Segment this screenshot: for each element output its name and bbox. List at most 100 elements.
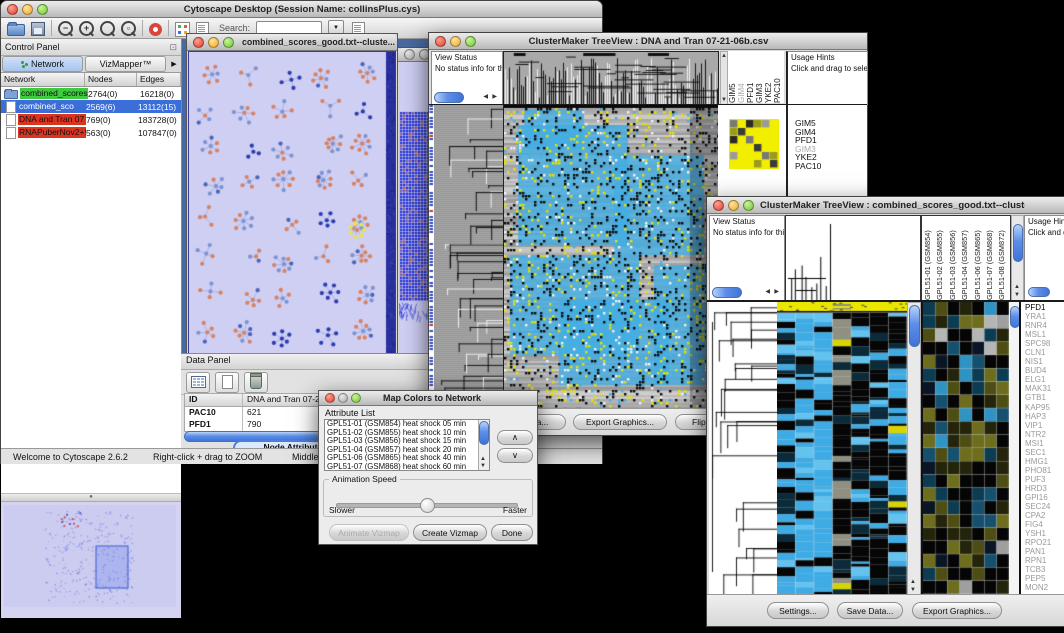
gene-label[interactable]: GIM3: [795, 145, 867, 154]
export-graphics-button[interactable]: Export Graphics...: [912, 602, 1002, 619]
animation-speed-slider[interactable]: [336, 503, 518, 508]
gene-label[interactable]: RPN1: [1025, 556, 1064, 565]
tv1-heatmap[interactable]: [503, 105, 718, 409]
close-button[interactable]: [713, 200, 724, 211]
gene-label[interactable]: MON2: [1025, 583, 1064, 592]
network-row[interactable]: combined_sco2569(6)13112(15): [1, 100, 181, 113]
network-row[interactable]: combined_scores2764(0)16218(0): [1, 87, 181, 100]
gene-label[interactable]: GTB1: [1025, 393, 1064, 402]
gene-label[interactable]: PFD1: [1025, 303, 1064, 312]
birdseye-canvas[interactable]: [4, 505, 176, 607]
gene-label[interactable]: PAC10: [795, 162, 867, 171]
gene-label[interactable]: SEC1: [1025, 448, 1064, 457]
zoom-button[interactable]: [351, 393, 361, 403]
zoom-out-icon[interactable]: −: [58, 21, 73, 36]
birdseye-view[interactable]: [1, 502, 181, 618]
gene-label[interactable]: CLN1: [1025, 348, 1064, 357]
gene-label[interactable]: GPI16: [1025, 493, 1064, 502]
close-button[interactable]: [193, 37, 204, 48]
minimize-button[interactable]: [22, 4, 33, 15]
gene-label[interactable]: TCB3: [1025, 565, 1064, 574]
gene-label[interactable]: PEP5: [1025, 574, 1064, 583]
gene-label[interactable]: GIM5: [795, 119, 867, 128]
gene-label[interactable]: MSL1: [1025, 330, 1064, 339]
gene-label[interactable]: FIG4: [1025, 520, 1064, 529]
main-titlebar[interactable]: Cytoscape Desktop (Session Name: collins…: [1, 1, 602, 18]
gene-label[interactable]: YRA1: [1025, 312, 1064, 321]
gene-label[interactable]: PFD1: [795, 136, 867, 145]
gene-label[interactable]: HAP3: [1025, 412, 1064, 421]
select-attributes-button[interactable]: [186, 372, 210, 393]
settings-button[interactable]: Settings...: [767, 602, 829, 619]
gene-label[interactable]: BUD4: [1025, 366, 1064, 375]
tab-network[interactable]: Network: [2, 56, 83, 72]
gene-label[interactable]: MSI1: [1025, 439, 1064, 448]
save-session-icon[interactable]: [31, 22, 45, 36]
gene-label[interactable]: KAP95: [1025, 403, 1064, 412]
tv2-top-vscrollbar[interactable]: ▲ ▼: [1011, 215, 1024, 301]
network-canvas[interactable]: [189, 52, 395, 362]
gene-label[interactable]: ELG1: [1025, 375, 1064, 384]
minimize-button[interactable]: [338, 393, 348, 403]
network-view-titlebar[interactable]: combined_scores_good.txt--cluste...: [187, 34, 397, 51]
export-graphics-button[interactable]: Export Graphics...: [573, 414, 667, 430]
tv1-row-dendrogram[interactable]: [434, 105, 503, 409]
done-button[interactable]: Done: [491, 524, 533, 541]
save-data-button[interactable]: Save Data...: [837, 602, 903, 619]
gene-label[interactable]: YKE2: [795, 153, 867, 162]
close-button[interactable]: [7, 4, 18, 15]
close-button[interactable]: [325, 393, 335, 403]
tv2-row-dendrogram[interactable]: [709, 302, 777, 594]
help-icon[interactable]: [149, 23, 162, 36]
gene-label[interactable]: PHO81: [1025, 466, 1064, 475]
gene-label[interactable]: MAK31: [1025, 384, 1064, 393]
gene-label[interactable]: PUF3: [1025, 475, 1064, 484]
tv2-column-dendrogram[interactable]: [785, 215, 921, 301]
dialog-titlebar[interactable]: Map Colors to Network: [319, 391, 537, 406]
gene-label[interactable]: RPO21: [1025, 538, 1064, 547]
attribute-item[interactable]: GPL51-07 (GSM868) heat shock 60 min: [327, 463, 489, 471]
tab-vizmapper[interactable]: VizMapper™: [85, 56, 166, 72]
tv1-titlebar[interactable]: ClusterMaker TreeView : DNA and Tran 07-…: [429, 33, 867, 50]
tv2-heatmap-vscrollbar[interactable]: ▲ ▼: [907, 302, 921, 596]
close-button[interactable]: [435, 36, 446, 47]
tv1-mini-scroll[interactable]: ▲▼: [720, 51, 728, 105]
tv2-zoom-heatmap[interactable]: [921, 302, 1009, 594]
float-panel-icon[interactable]: ⊡: [169, 42, 177, 53]
tv2-heatmap[interactable]: [777, 302, 907, 594]
gene-label[interactable]: RNR4: [1025, 321, 1064, 330]
close-button[interactable]: [404, 49, 415, 60]
network-row[interactable]: DNA and Tran 07769(0)183728(0): [1, 113, 181, 126]
zoom-button[interactable]: [37, 4, 48, 15]
gene-label[interactable]: SPC98: [1025, 339, 1064, 348]
attribute-list-scrollbar[interactable]: ▲ ▼: [478, 420, 489, 470]
view-status-scrollbar[interactable]: ◀ ▶: [712, 287, 780, 297]
gene-label[interactable]: SEC24: [1025, 502, 1064, 511]
gene-label[interactable]: NTR2: [1025, 430, 1064, 439]
panel-split-handle[interactable]: ●: [1, 494, 181, 502]
new-attribute-button[interactable]: [215, 372, 239, 393]
view-status-scrollbar[interactable]: ◀ ▶: [434, 92, 498, 102]
zoom-in-icon[interactable]: +: [79, 21, 94, 36]
tv2-titlebar[interactable]: ClusterMaker TreeView : combined_scores_…: [707, 197, 1064, 214]
gene-label[interactable]: PAN1: [1025, 547, 1064, 556]
slider-thumb[interactable]: [420, 498, 435, 513]
zoom-button[interactable]: [743, 200, 754, 211]
gene-label[interactable]: GIM4: [795, 128, 867, 137]
create-vizmap-button[interactable]: Create Vizmap: [413, 524, 487, 541]
open-session-icon[interactable]: [7, 24, 25, 36]
minimize-button[interactable]: [450, 36, 461, 47]
usage-scrollbar[interactable]: [1028, 287, 1050, 297]
gene-label[interactable]: HRD3: [1025, 484, 1064, 493]
delete-attribute-button[interactable]: [244, 372, 268, 393]
gene-label[interactable]: NIS1: [1025, 357, 1064, 366]
network-row[interactable]: RNAPuberNov2+!563(0)107847(0): [1, 126, 181, 139]
gene-label[interactable]: YSH1: [1025, 529, 1064, 538]
zoom-button[interactable]: [223, 37, 234, 48]
tv2-zoom-scroll[interactable]: [1009, 302, 1019, 594]
zoom-fit-icon[interactable]: ▫: [121, 21, 136, 36]
gene-label[interactable]: HMG1: [1025, 457, 1064, 466]
tab-overflow-arrow[interactable]: ▶: [167, 60, 181, 68]
zoom-button[interactable]: [465, 36, 476, 47]
zoom-selected-icon[interactable]: [100, 21, 115, 36]
